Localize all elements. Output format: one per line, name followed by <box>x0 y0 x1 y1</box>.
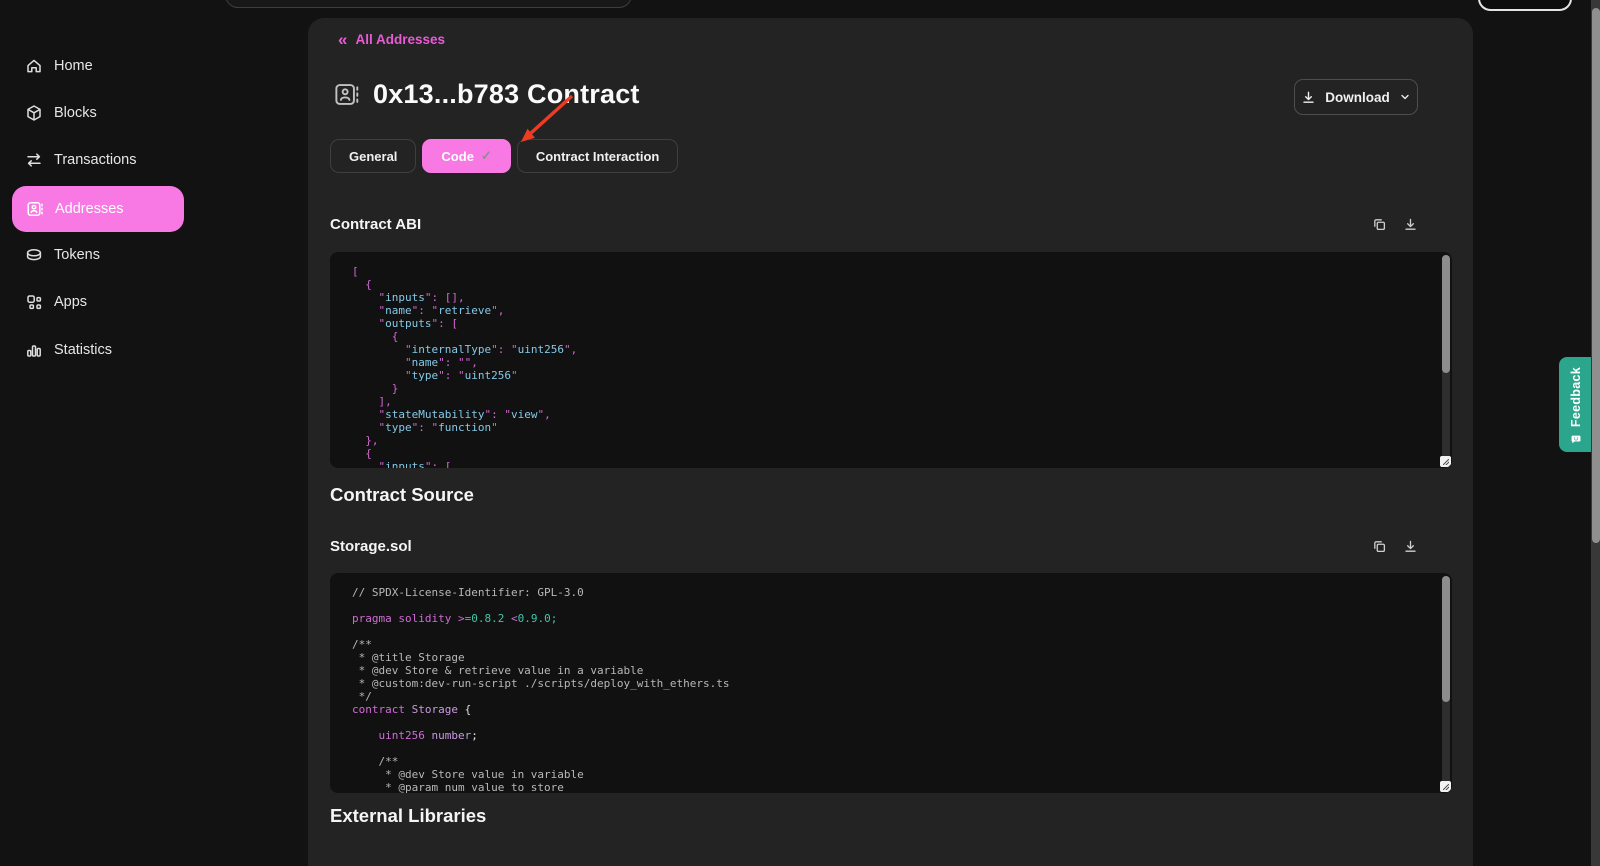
sidebar-item-label: Tokens <box>54 247 100 263</box>
download-source-button[interactable] <box>1401 537 1419 555</box>
contract-abi-code-block: [ { "inputs": [], "name": "retrieve", "o… <box>330 252 1452 468</box>
sidebar: Home Blocks Transactions Addresses Token… <box>0 0 300 866</box>
chevron-down-icon <box>1399 91 1411 103</box>
home-icon <box>25 57 43 75</box>
abi-code: [ { "inputs": [], "name": "retrieve", "o… <box>330 252 1452 468</box>
external-libraries-title: External Libraries <box>330 805 486 827</box>
main-panel: « All Addresses 0x13...b783 Contract Dow… <box>308 18 1473 866</box>
contract-abi-title: Contract ABI <box>330 216 421 233</box>
connect-wallet-button[interactable] <box>1478 0 1572 11</box>
sidebar-item-addresses[interactable]: Addresses <box>12 186 184 232</box>
abi-resize-handle[interactable] <box>1440 456 1451 467</box>
sidebar-item-label: Blocks <box>54 105 97 121</box>
feedback-button[interactable]: Feedback <box>1559 357 1593 452</box>
tab-code[interactable]: Code ✓ <box>422 139 510 173</box>
back-to-all-addresses-link[interactable]: « All Addresses <box>338 32 445 47</box>
source-resize-handle[interactable] <box>1440 781 1451 792</box>
storage-code: // SPDX-License-Identifier: GPL-3.0 prag… <box>330 573 1452 793</box>
tab-bar: General Code ✓ Contract Interaction <box>330 139 678 173</box>
blocks-icon <box>25 104 43 122</box>
sidebar-item-transactions[interactable]: Transactions <box>0 146 200 174</box>
download-abi-button[interactable] <box>1401 215 1419 233</box>
source-scrollbar-thumb[interactable] <box>1442 576 1450 702</box>
sidebar-item-tokens[interactable]: Tokens <box>0 241 200 269</box>
sidebar-item-home[interactable]: Home <box>0 52 200 80</box>
statistics-icon <box>25 341 43 359</box>
feedback-label: Feedback <box>1569 367 1583 427</box>
abi-scrollbar-track[interactable] <box>1442 255 1450 465</box>
tab-label: General <box>349 149 397 164</box>
copy-source-button[interactable] <box>1370 537 1388 555</box>
tab-label: Code <box>441 149 474 164</box>
contact-card-icon <box>333 81 360 108</box>
tab-general[interactable]: General <box>330 139 416 173</box>
abi-scrollbar-thumb[interactable] <box>1442 255 1450 373</box>
download-icon <box>1403 539 1418 554</box>
tab-label: Contract Interaction <box>536 149 660 164</box>
tokens-icon <box>25 246 43 264</box>
transactions-icon <box>25 151 43 169</box>
sidebar-item-label: Apps <box>54 294 87 310</box>
tab-contract-interaction[interactable]: Contract Interaction <box>517 139 679 173</box>
title-row: 0x13...b783 Contract <box>333 79 640 110</box>
download-icon <box>1403 217 1418 232</box>
sidebar-item-statistics[interactable]: Statistics <box>0 336 200 364</box>
double-chevron-left-icon: « <box>338 33 347 46</box>
page: Home Blocks Transactions Addresses Token… <box>0 0 1600 866</box>
copy-icon <box>1372 539 1387 554</box>
sidebar-item-label: Statistics <box>54 342 112 358</box>
download-button[interactable]: Download <box>1294 79 1418 115</box>
storage-sol-code-block: // SPDX-License-Identifier: GPL-3.0 prag… <box>330 573 1452 793</box>
contract-source-title: Contract Source <box>330 484 474 506</box>
sidebar-item-apps[interactable]: Apps <box>0 288 200 316</box>
sidebar-item-blocks[interactable]: Blocks <box>0 99 200 127</box>
copy-icon <box>1372 217 1387 232</box>
page-scrollbar-thumb[interactable] <box>1592 8 1600 543</box>
source-scrollbar-track[interactable] <box>1442 576 1450 790</box>
checkmark-icon: ✓ <box>481 148 492 164</box>
sidebar-item-label: Transactions <box>54 152 136 168</box>
feedback-chat-icon <box>1568 435 1584 444</box>
page-title: 0x13...b783 Contract <box>373 79 640 110</box>
download-label: Download <box>1325 90 1390 105</box>
storage-sol-title: Storage.sol <box>330 538 412 555</box>
download-icon <box>1301 90 1316 105</box>
back-link-label: All Addresses <box>355 32 445 47</box>
apps-icon <box>25 293 43 311</box>
copy-abi-button[interactable] <box>1370 215 1388 233</box>
sidebar-item-label: Home <box>54 58 93 74</box>
addresses-icon <box>26 200 44 218</box>
sidebar-item-label: Addresses <box>55 201 124 217</box>
